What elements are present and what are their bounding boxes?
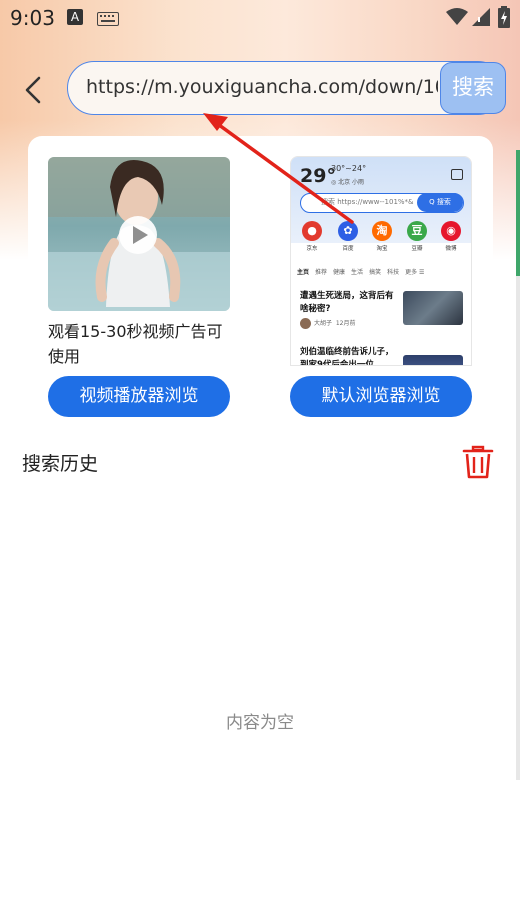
preview-tab: 更多 ☰ — [405, 269, 425, 276]
url-input[interactable]: https://m.youxiguancha.com/down/1018 — [86, 62, 438, 113]
preview-app-icon: ◉ — [441, 221, 461, 241]
play-icon[interactable] — [118, 215, 158, 255]
preview-tabs: 主页 推荐 健康 生活 搞笑 科技 更多 ☰ — [297, 267, 467, 281]
background-app-edge — [516, 150, 520, 780]
preview-tab: 生活 — [351, 269, 364, 276]
preview-search-box: 搜索 https://www--101%*& Q 搜索 — [300, 193, 464, 213]
search-button[interactable]: 搜索 — [440, 62, 506, 114]
keyboard-icon — [97, 12, 119, 26]
preview-news-image — [403, 355, 463, 365]
preview-temp-range: 30°~24° — [331, 164, 367, 173]
preview-search-placeholder: 搜索 https://www--101%*& — [321, 198, 414, 206]
video-player-browse-button[interactable]: 视频播放器浏览 — [48, 376, 230, 417]
preview-tab: 主页 — [297, 269, 310, 276]
browser-preview-thumbnail[interactable]: 29° 30°~24° ◎ 北京 小雨 搜索 https://www--101%… — [290, 156, 472, 366]
preview-news-image — [403, 291, 463, 325]
preview-app-label: 微博 — [445, 246, 457, 252]
video-option-description: 观看15-30秒视频广告可使用 — [48, 322, 223, 366]
history-empty-text: 内容为空 — [226, 713, 294, 733]
battery-icon — [498, 6, 510, 28]
wifi-icon — [446, 8, 468, 25]
preview-tab: 健康 — [333, 269, 346, 276]
preview-tab: 搞笑 — [369, 269, 382, 276]
preview-app-icon: ✿ — [338, 221, 358, 241]
status-time: 9:03 — [10, 6, 55, 30]
preview-app-icon: 淘 — [372, 221, 392, 241]
preview-app-label: 百度 — [342, 246, 354, 252]
preview-app-label: 淘宝 — [376, 246, 388, 252]
preview-app-2: 淘淘宝 — [370, 221, 394, 252]
video-thumbnail[interactable] — [48, 157, 230, 311]
calendar-icon — [451, 169, 463, 180]
preview-app-label: 京东 — [306, 246, 318, 252]
back-arrow-icon[interactable] — [18, 70, 50, 110]
a-notification-icon: A — [67, 9, 83, 25]
preview-app-0: ● 京东 — [300, 221, 324, 252]
preview-author-avatar — [300, 318, 311, 329]
preview-search-button: Q 搜索 — [417, 193, 463, 212]
preview-app-icon: 豆 — [407, 221, 427, 241]
preview-author-name: 大胡子 — [314, 320, 333, 327]
preview-tab: 科技 — [387, 269, 400, 276]
preview-news-title: 刘伯温临终前告诉儿子，到家9代后会出一位 — [300, 347, 394, 366]
preview-app-3: 豆豆瓣 — [405, 221, 429, 252]
preview-author-time: 12月前 — [335, 320, 356, 327]
signal-icon — [472, 8, 490, 26]
search-history-title: 搜索历史 — [22, 453, 99, 475]
preview-news-author: 大胡子 12月前 — [300, 318, 355, 329]
preview-app-icon: ● — [302, 221, 322, 241]
preview-app-1: ✿ 百度 — [336, 221, 360, 252]
preview-tab: 推荐 — [315, 269, 328, 276]
preview-app-4: ◉ 微博 — [439, 221, 463, 252]
preview-location: ◎ 北京 小雨 — [331, 179, 365, 186]
preview-news-title: 遭遇生死迷局，这背后有啥秘密? — [300, 291, 394, 314]
preview-app-label: 豆瓣 — [411, 246, 423, 252]
default-browser-browse-button[interactable]: 默认浏览器浏览 — [290, 376, 472, 417]
status-bar: 9:03 A — [0, 0, 520, 36]
trash-icon[interactable] — [462, 445, 494, 479]
